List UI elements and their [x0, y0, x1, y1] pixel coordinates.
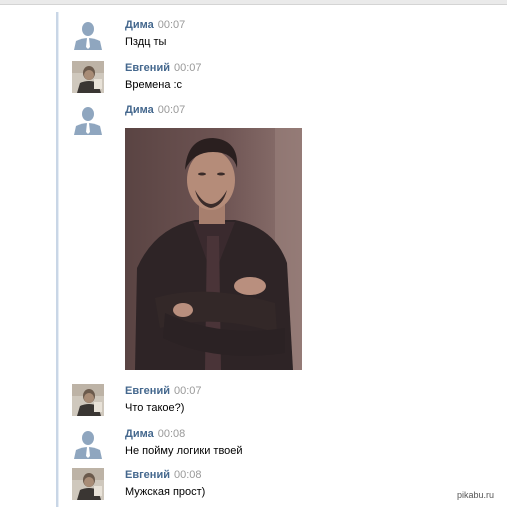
watermark: pikabu.ru	[455, 490, 497, 500]
message-item: Дима 00:08 Не пойму логики твоей	[72, 427, 492, 461]
message-text: Что такое?)	[125, 402, 185, 414]
user-photo-icon	[72, 61, 104, 93]
message-text: Пздц ты	[125, 36, 167, 48]
user-photo-icon	[72, 384, 104, 416]
user-photo-avatar[interactable]	[72, 384, 104, 416]
message-author[interactable]: Дима 00:07	[125, 104, 185, 116]
message-author[interactable]: Евгений 00:08	[125, 469, 202, 481]
message-author[interactable]: Евгений 00:07	[125, 62, 202, 74]
default-user-icon	[72, 427, 104, 459]
conversation-left-border-highlight	[58, 12, 59, 507]
message-author[interactable]: Дима 00:07	[125, 19, 185, 31]
default-user-avatar-icon[interactable]	[72, 103, 104, 135]
photo-man-arms-crossed-image	[125, 128, 302, 370]
user-photo-avatar[interactable]	[72, 468, 104, 500]
message-text: Мужская прост)	[125, 486, 206, 498]
message-item: Евгений 00:08 Мужская прост)	[72, 468, 492, 502]
message-author[interactable]: Дима 00:08	[125, 428, 185, 440]
message-time: 00:08	[173, 469, 202, 481]
user-photo-avatar[interactable]	[72, 61, 104, 93]
top-divider	[0, 4, 507, 5]
default-user-avatar-icon[interactable]	[72, 18, 104, 50]
message-item: Дима 00:07 Пздц ты	[72, 18, 492, 52]
default-user-icon	[72, 18, 104, 50]
message-time: 00:08	[157, 428, 186, 440]
photo-attachment[interactable]	[125, 128, 302, 370]
message-item: Евгений 00:07 Времена :с	[72, 61, 492, 95]
message-time: 00:07	[157, 19, 186, 31]
user-photo-icon	[72, 468, 104, 500]
message-text: Времена :с	[125, 79, 183, 91]
message-time: 00:07	[173, 385, 202, 397]
message-time: 00:07	[173, 62, 202, 74]
default-user-icon	[72, 103, 104, 135]
message-author[interactable]: Евгений 00:07	[125, 385, 202, 397]
message-text: Не пойму логики твоей	[125, 445, 243, 457]
message-item: Евгений 00:07 Что такое?)	[72, 384, 492, 418]
message-time: 00:07	[157, 104, 186, 116]
default-user-avatar-icon[interactable]	[72, 427, 104, 459]
